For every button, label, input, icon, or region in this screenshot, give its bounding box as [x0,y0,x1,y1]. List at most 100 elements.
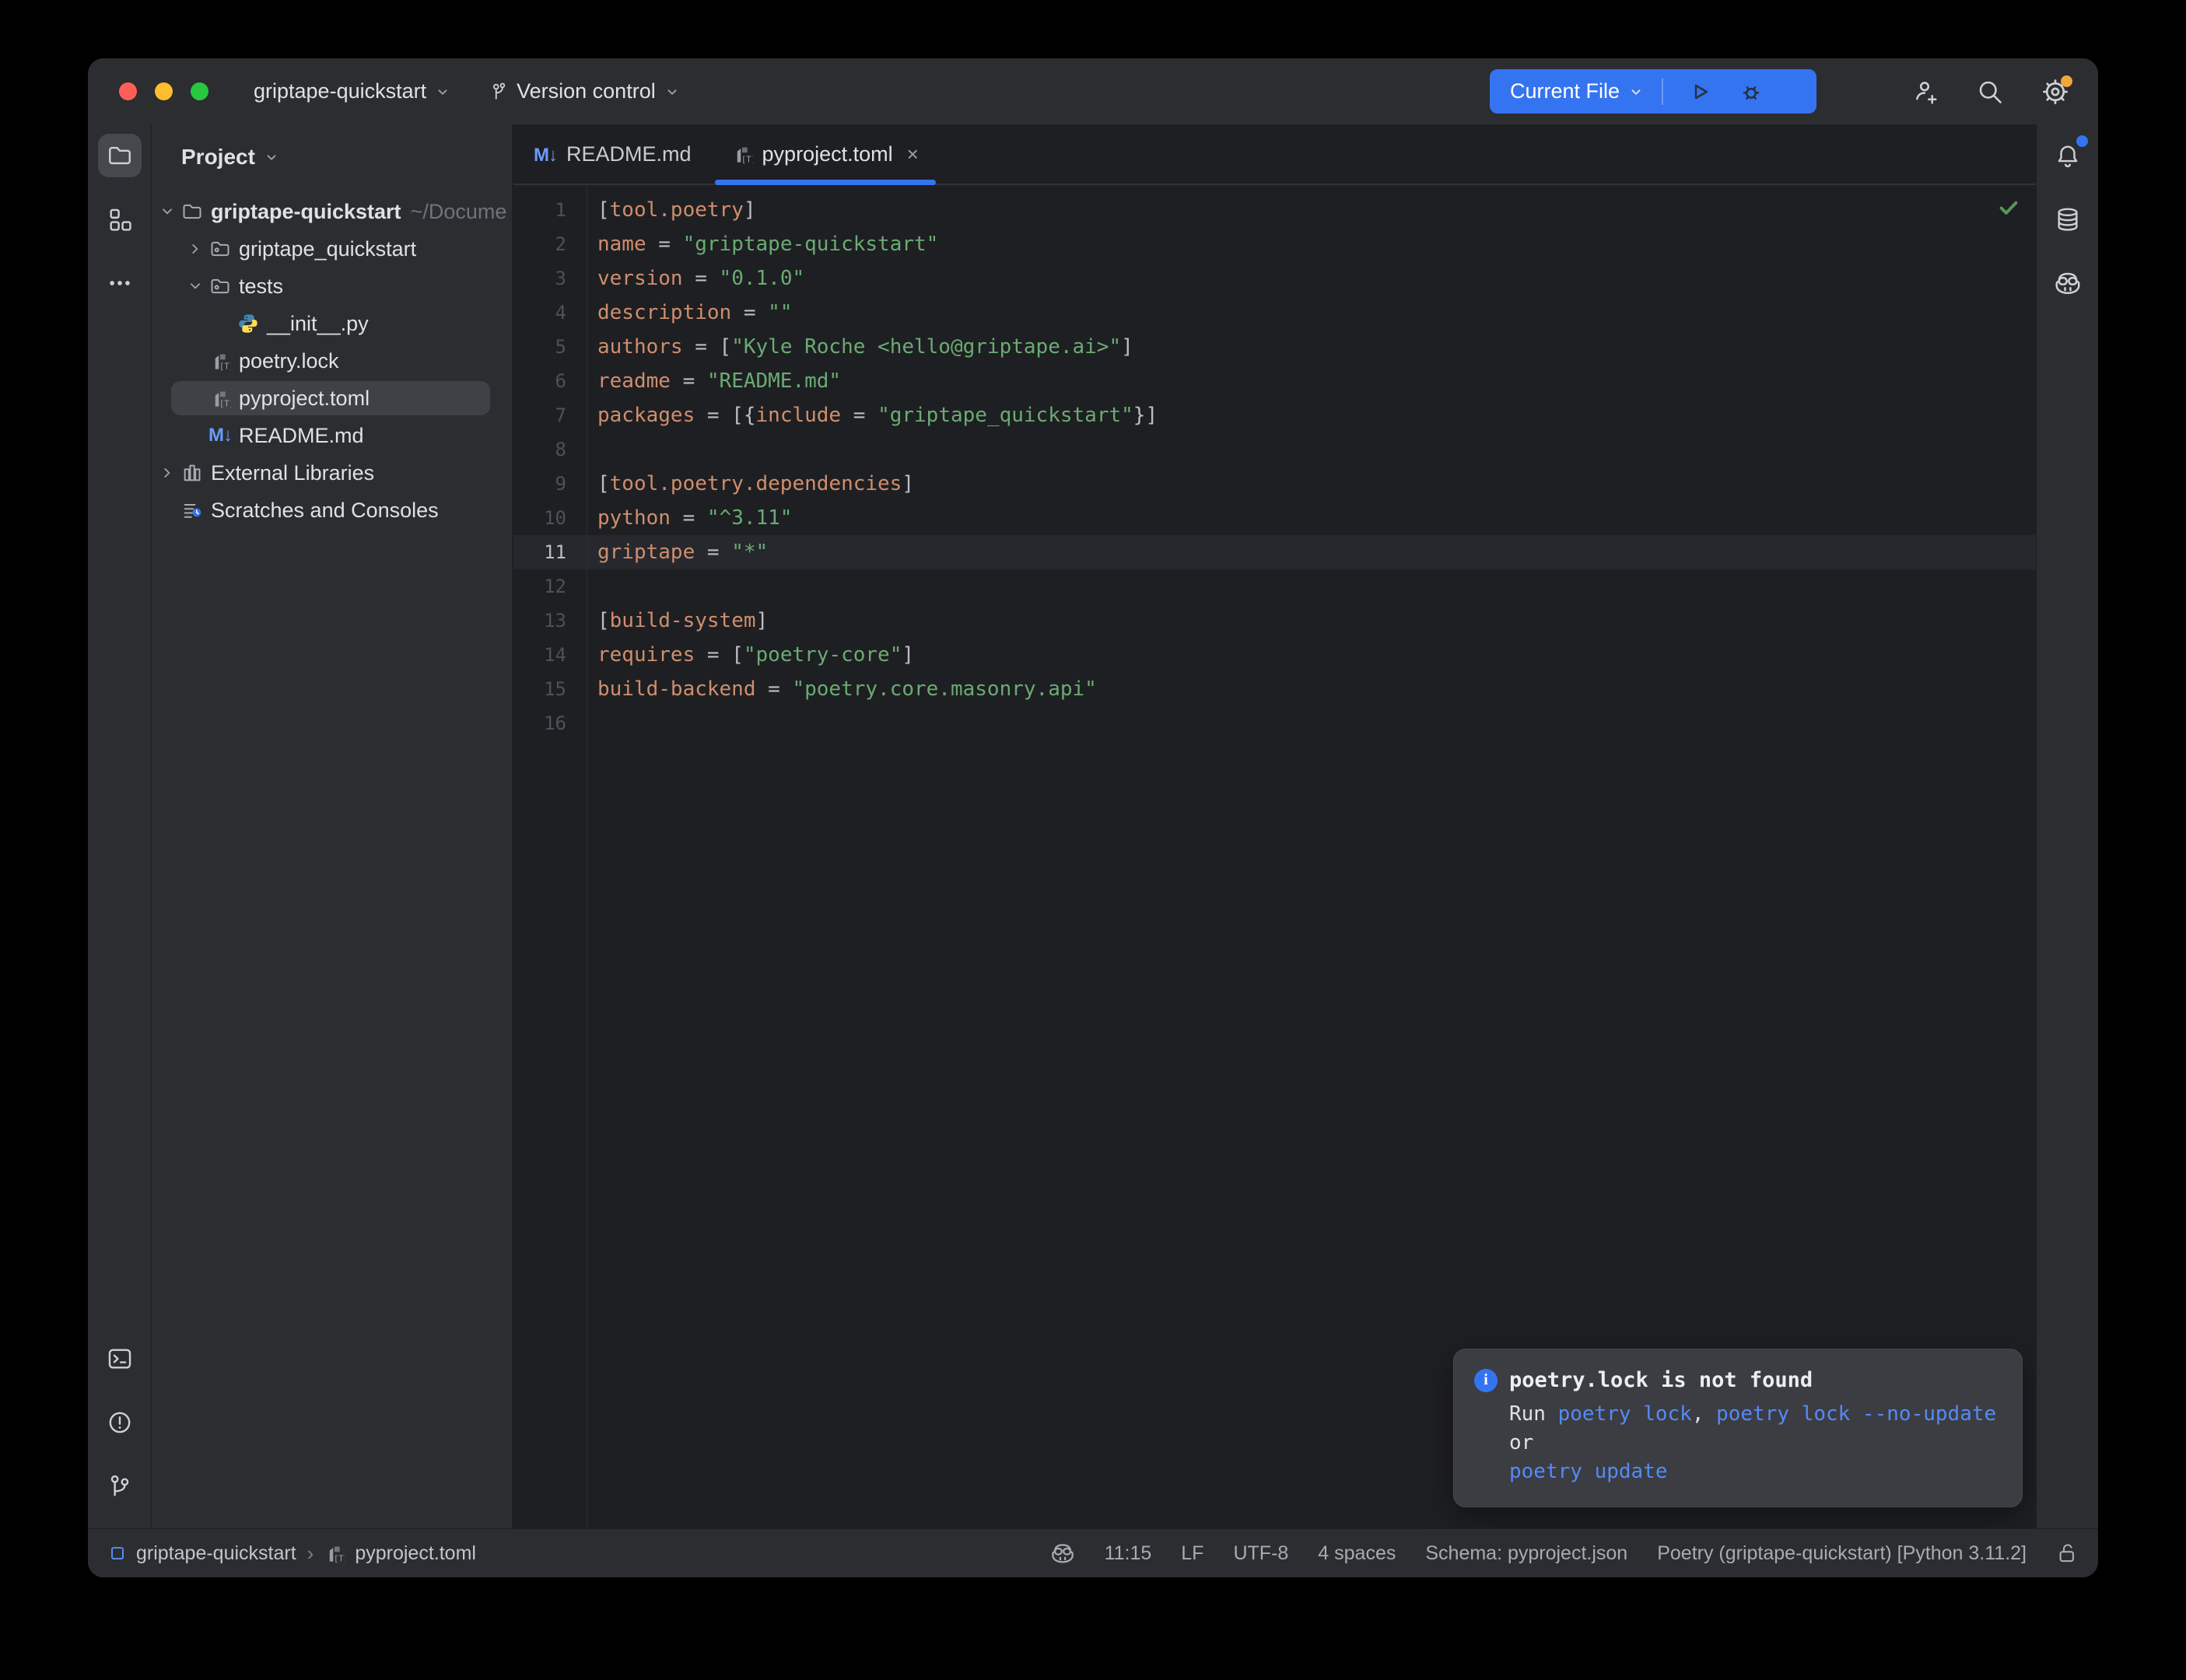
svg-text:[T]: [T] [741,154,752,164]
terminal-toolwindow-button[interactable] [98,1337,142,1381]
status-item-2[interactable]: UTF-8 [1233,1542,1288,1565]
project-tree: griptape-quickstart~/Documegriptape_quic… [152,193,512,529]
tree-item-label: External Libraries [211,461,374,485]
code-line-3[interactable]: 3version = "0.1.0" [513,261,2036,296]
notification-text: , [1692,1402,1716,1426]
project-selector[interactable]: griptape-quickstart [254,79,451,103]
pkg-folder-icon [208,237,232,261]
close-window-button[interactable] [119,82,137,100]
code-line-12[interactable]: 12 [513,569,2036,604]
code-text: build-backend = "poetry.core.masonry.api… [582,677,1097,701]
svg-text:[T]: [T] [219,361,230,371]
settings-button[interactable] [2041,77,2070,107]
chevron-down-icon[interactable] [184,275,207,298]
more-toolwindows-button[interactable] [98,261,142,305]
tree-item-label: README.md [239,424,364,448]
problems-toolwindow-button[interactable] [98,1401,142,1444]
readonly-toggle[interactable] [2056,1542,2079,1565]
breadcrumb: griptape-quickstart›[T]pyproject.toml [108,1542,476,1566]
chevron-down-icon[interactable] [156,200,179,223]
title-bar: griptape-quickstart Version control Curr… [88,58,2098,124]
zoom-window-button[interactable] [191,82,208,100]
tree-item-pyproject.toml[interactable]: [T]pyproject.toml [152,380,512,417]
code-line-14[interactable]: 14requires = ["poetry-core"] [513,638,2036,672]
notifications-button[interactable] [2046,134,2090,177]
close-tab-icon[interactable]: × [907,142,919,166]
status-item-1[interactable]: LF [1181,1542,1203,1565]
search-everywhere-button[interactable] [1975,77,2005,107]
run-widget: Current File [1490,69,1816,114]
tab-README.md[interactable]: M↓README.md [513,124,712,184]
code-line-6[interactable]: 6readme = "README.md" [513,364,2036,398]
tab-pyproject.toml[interactable]: [T]pyproject.toml× [712,124,939,184]
status-item-0[interactable]: 11:15 [1105,1542,1152,1565]
vcs-widget[interactable]: Version control [489,79,681,103]
chevron-down-icon [1627,83,1645,100]
tree-item-README.md[interactable]: M↓README.md [152,417,512,454]
code-line-16[interactable]: 16 [513,706,2036,740]
code-line-15[interactable]: 15build-backend = "poetry.core.masonry.a… [513,672,2036,706]
run-configuration-selector[interactable]: Current File [1510,79,1645,103]
structure-toolwindow-button[interactable] [98,198,142,241]
copilot-icon [1050,1541,1075,1566]
project-panel-header[interactable]: Project [152,124,512,184]
vcs-toolwindow-button[interactable] [98,1465,142,1508]
vcs-widget-label: Version control [517,79,656,103]
database-icon [2055,206,2081,233]
structure-icon [107,206,133,233]
status-bar: griptape-quickstart›[T]pyproject.toml 11… [88,1528,2098,1577]
code-line-7[interactable]: 7packages = [{include = "griptape_quicks… [513,398,2036,432]
code-line-9[interactable]: 9[tool.poetry.dependencies] [513,467,2036,501]
copilot-toolwindow-button[interactable] [2046,261,2090,305]
debug-button[interactable] [1732,80,1771,103]
folder-icon [180,200,204,223]
code-text: griptape = "*" [582,541,768,564]
code-line-4[interactable]: 4description = "" [513,296,2036,330]
notification-link-poetry-lock---no-update[interactable]: poetry lock --no-update [1716,1402,1996,1426]
tree-item-Scratches and Consoles[interactable]: Scratches and Consoles [152,492,512,529]
library-icon [180,461,204,485]
minimize-window-button[interactable] [155,82,173,100]
copilot-status-icon[interactable] [1050,1541,1075,1566]
code-line-2[interactable]: 2name = "griptape-quickstart" [513,227,2036,261]
tree-item-__init__.py[interactable]: __init__.py [152,305,512,342]
play-icon [1688,80,1711,103]
tree-item-griptape_quickstart[interactable]: griptape_quickstart [152,230,512,268]
code-text: [build-system] [582,609,768,632]
notification-link-poetry-lock[interactable]: poetry lock [1558,1402,1692,1426]
run-button[interactable] [1680,80,1719,103]
info-icon: i [1474,1369,1498,1392]
code-line-8[interactable]: 8 [513,432,2036,467]
inspections-ok-indicator[interactable] [1997,196,2020,219]
scratches-icon [180,499,204,522]
code-with-me-button[interactable] [1910,77,1939,107]
ide-window: griptape-quickstart Version control Curr… [88,58,2098,1577]
toml-icon: [T] [208,387,232,410]
chevron-right-icon[interactable] [156,461,179,485]
tree-item-External Libraries[interactable]: External Libraries [152,454,512,492]
breadcrumb-item-griptape-quickstart[interactable]: griptape-quickstart [108,1542,296,1565]
code-line-1[interactable]: 1[tool.poetry] [513,193,2036,227]
status-item-5[interactable]: Poetry (griptape-quickstart) [Python 3.1… [1657,1542,2027,1565]
problems-icon [107,1409,133,1436]
chevron-right-icon[interactable] [184,237,207,261]
git-branch-icon [107,1473,133,1500]
code-line-10[interactable]: 10python = "^3.11" [513,501,2036,535]
tree-item-poetry.lock[interactable]: [T]poetry.lock [152,342,512,380]
tree-item-path: ~/Docume [411,200,507,224]
code-editor[interactable]: 1[tool.poetry]2name = "griptape-quicksta… [513,185,2036,1528]
tree-indent [212,312,235,335]
code-line-13[interactable]: 13[build-system] [513,604,2036,638]
status-item-4[interactable]: Schema: pyproject.json [1425,1542,1627,1565]
line-number: 10 [513,507,582,529]
code-line-5[interactable]: 5authors = ["Kyle Roche <hello@griptape.… [513,330,2036,364]
database-toolwindow-button[interactable] [2046,198,2090,241]
line-number: 16 [513,712,582,734]
status-item-3[interactable]: 4 spaces [1318,1542,1396,1565]
code-line-11[interactable]: 11griptape = "*" [513,535,2036,569]
notification-link-poetry-update[interactable]: poetry update [1509,1460,1668,1483]
breadcrumb-item-pyproject.toml[interactable]: [T]pyproject.toml [324,1542,476,1565]
project-toolwindow-button[interactable] [98,134,142,177]
tree-item-griptape-quickstart[interactable]: griptape-quickstart~/Docume [152,193,512,230]
tree-item-tests[interactable]: tests [152,268,512,305]
